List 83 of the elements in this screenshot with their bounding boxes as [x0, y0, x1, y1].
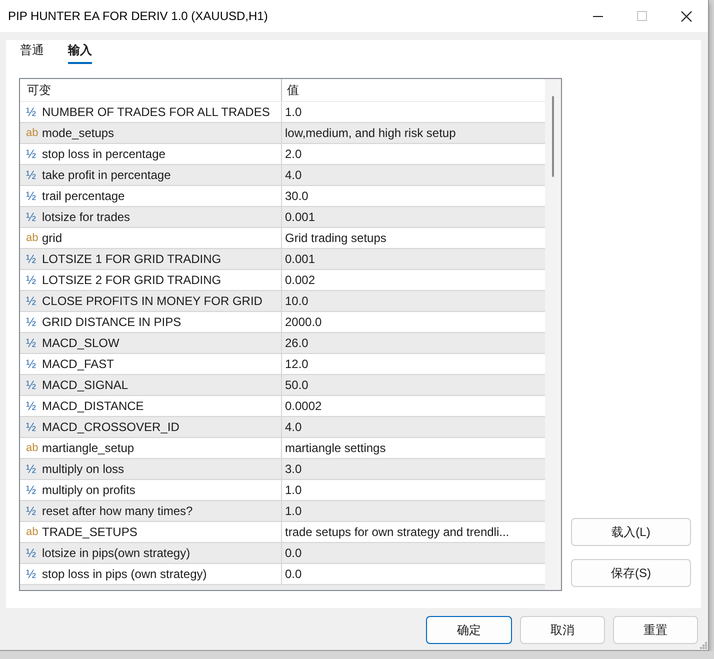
table-row[interactable]: ½ LOTSIZE 1 FOR GRID TRADING 0.001 [20, 249, 545, 270]
table-row[interactable]: ½ take profit in percentage 4.0 [20, 165, 545, 186]
type-symbol: ½ [26, 209, 37, 226]
maximize-icon [637, 11, 647, 21]
parameter-name: MACD_FAST [42, 356, 114, 373]
type-symbol: ab [26, 525, 37, 540]
table-row[interactable]: ½ LOTSIZE 2 FOR GRID TRADING 0.002 [20, 270, 545, 291]
parameter-name: NUMBER OF TRADES FOR ALL TRADES [42, 104, 270, 121]
table-row[interactable]: ½ trail percentage 30.0 [20, 186, 545, 207]
table-row[interactable]: ½ CLOSE PROFITS IN MONEY FOR GRID 10.0 [20, 291, 545, 312]
dialog-button[interactable]: 确定 [426, 616, 512, 644]
close-icon [680, 10, 692, 22]
parameter-name: MACD_SIGNAL [42, 377, 128, 394]
type-symbol: ½ [26, 356, 37, 373]
tab[interactable]: 输入 [68, 40, 92, 64]
table-row[interactable]: ab grid Grid trading setups [20, 228, 545, 249]
parameter-name: MACD_SLOW [42, 335, 120, 352]
table-row[interactable]: ½ NUMBER OF TRADES FOR ALL TRADES 1.0 [20, 102, 545, 123]
parameter-name: grid [42, 230, 62, 247]
type-symbol: ½ [26, 104, 37, 121]
type-symbol: ab [26, 231, 37, 246]
type-symbol: ½ [26, 419, 37, 436]
tab[interactable]: 普通 [20, 40, 44, 64]
type-symbol: ½ [26, 167, 37, 184]
table-row[interactable]: ½ MACD_SLOW 26.0 [20, 333, 545, 354]
parameter-name: TRADE_SETUPS [42, 524, 138, 541]
parameter-name: CLOSE PROFITS IN MONEY FOR GRID [42, 293, 262, 310]
table-row[interactable]: ½ multiply on profits 1.0 [20, 480, 545, 501]
type-symbol: ½ [26, 188, 37, 205]
type-symbol: ab [26, 441, 37, 456]
table-row[interactable]: ½ MACD_CROSSOVER_ID 4.0 [20, 417, 545, 438]
type-symbol: ½ [26, 293, 37, 310]
parameter-name: LOTSIZE 1 FOR GRID TRADING [42, 251, 222, 268]
parameter-name: lotsize in pips(own strategy) [42, 545, 190, 562]
table-row[interactable]: ½ multiply on loss 3.0 [20, 459, 545, 480]
type-symbol: ½ [26, 272, 37, 289]
window-title: PIP HUNTER EA FOR DERIV 1.0 (XAUUSD,H1) [7, 9, 268, 23]
table-row[interactable]: ½ lotsize for trades 0.001 [20, 207, 545, 228]
dialog-button[interactable]: 取消 [520, 616, 605, 644]
parameter-name: GRID DISTANCE IN PIPS [42, 314, 182, 331]
parameter-name: multiply on profits [42, 482, 136, 499]
table-row[interactable]: ½ GRID DISTANCE IN PIPS 2000.0 [20, 312, 545, 333]
parameter-name: take profit in percentage [42, 167, 171, 184]
type-symbol: ½ [26, 461, 37, 478]
type-symbol: ½ [26, 545, 37, 562]
table-row[interactable]: ab mode_setups low,medium, and high risk setup [20, 123, 545, 144]
table-row[interactable]: ½ stop loss in percentage 2.0 [20, 144, 545, 165]
parameter-name: MACD_CROSSOVER_ID [42, 419, 180, 436]
type-symbol: ½ [26, 503, 37, 520]
resize-grip-icon[interactable] [700, 642, 707, 649]
type-symbol: ½ [26, 335, 37, 352]
table-row[interactable]: ½ lotsize in pips(own strategy) 0.0 [20, 543, 545, 564]
table-row[interactable]: ab TRADE_SETUPS trade setups for own strategy and trendli... [20, 522, 545, 543]
parameter-name: LOTSIZE 2 FOR GRID TRADING [42, 272, 222, 289]
side-button[interactable]: 载入(L) [571, 518, 691, 546]
column-header[interactable]: 可变 [20, 79, 281, 101]
type-symbol: ½ [26, 398, 37, 415]
table-row[interactable]: ½ MACD_DISTANCE 0.0002 [20, 396, 545, 417]
type-symbol: ½ [26, 482, 37, 499]
parameter-name: lotsize for trades [42, 209, 130, 226]
parameter-name: mode_setups [42, 125, 114, 142]
parameter-name: reset after how many times? [42, 503, 193, 520]
type-symbol: ½ [26, 377, 37, 394]
table-row[interactable]: ½ reset after how many times? 1.0 [20, 501, 545, 522]
table-row[interactable]: ½ MACD_SIGNAL 50.0 [20, 375, 545, 396]
parameter-name: multiply on loss [42, 461, 124, 478]
table-row[interactable]: ½ stop loss in pips (own strategy) 0.0 [20, 564, 545, 585]
parameter-name: stop loss in pips (own strategy) [42, 566, 207, 583]
type-symbol: ½ [26, 314, 37, 331]
type-symbol: ab [26, 126, 37, 141]
table-row[interactable]: ½ MACD_FAST 12.0 [20, 354, 545, 375]
scrollbar-thumb[interactable] [552, 96, 554, 177]
dialog-button[interactable]: 重置 [613, 616, 698, 644]
type-symbol: ½ [26, 566, 37, 583]
parameter-name: MACD_DISTANCE [42, 398, 144, 415]
parameter-name: stop loss in percentage [42, 146, 166, 163]
parameter-name: trail percentage [42, 188, 125, 205]
parameter-name: martiangle_setup [42, 440, 134, 457]
table-row[interactable]: ab martiangle_setup martiangle settings [20, 438, 545, 459]
type-symbol: ½ [26, 146, 37, 163]
scrollbar[interactable] [545, 79, 561, 590]
type-symbol: ½ [26, 251, 37, 268]
side-button[interactable]: 保存(S) [571, 559, 691, 587]
